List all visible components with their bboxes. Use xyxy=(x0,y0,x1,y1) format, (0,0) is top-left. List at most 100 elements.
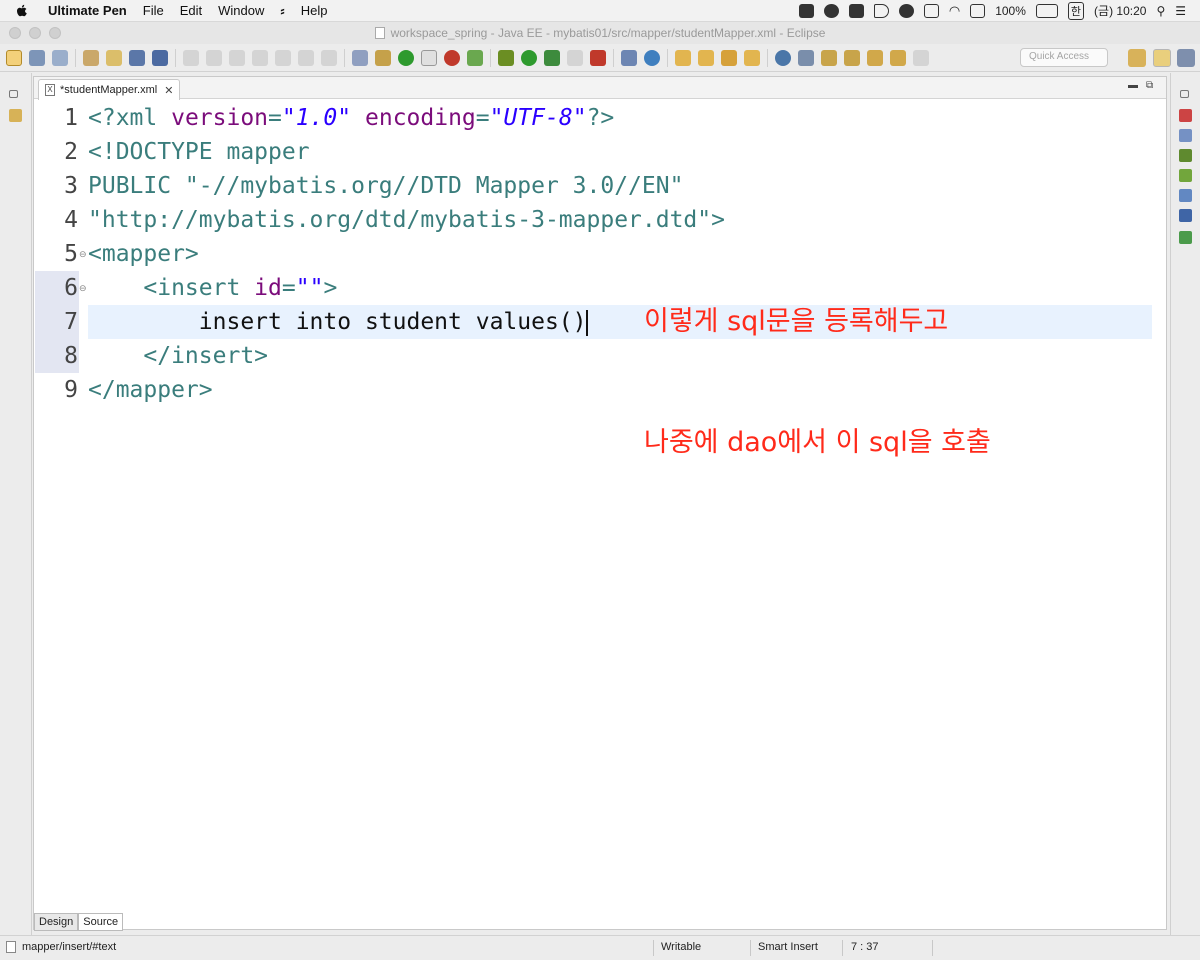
step-return-icon[interactable] xyxy=(321,49,337,66)
zoom-window-button[interactable] xyxy=(49,27,61,39)
chat-icon[interactable] xyxy=(823,3,839,18)
code-line[interactable]: <mapper> xyxy=(34,237,1166,271)
tab-design[interactable]: Design xyxy=(34,913,79,931)
d-app-icon[interactable] xyxy=(873,3,889,18)
outline-icon[interactable] xyxy=(1179,129,1192,142)
build-icon[interactable] xyxy=(83,49,99,66)
code-area[interactable]: 1 <?xml version="1.0" encoding="UTF-8"?> 2… xyxy=(34,101,1166,911)
external-tools-icon[interactable] xyxy=(567,49,583,66)
disconnect-icon[interactable] xyxy=(252,49,268,66)
previous-annotation-icon[interactable] xyxy=(844,49,860,66)
back-icon[interactable] xyxy=(890,49,906,66)
debug-icon[interactable] xyxy=(498,49,514,66)
window-icon[interactable] xyxy=(923,3,939,18)
status-bar: mapper/insert/#text Writable Smart Inser… xyxy=(0,935,1200,960)
spotlight-icon[interactable]: ⚲ xyxy=(1156,4,1165,18)
forward-icon[interactable] xyxy=(913,49,929,66)
apple-icon[interactable] xyxy=(14,3,30,19)
minimize-window-button[interactable] xyxy=(29,27,41,39)
pen-icon[interactable] xyxy=(721,49,737,66)
new-java-project-icon[interactable] xyxy=(621,49,637,66)
project-explorer-icon[interactable] xyxy=(9,109,22,122)
data-source-icon[interactable] xyxy=(1179,169,1192,182)
restore-icon[interactable] xyxy=(9,90,18,98)
run-icon[interactable] xyxy=(521,49,537,66)
close-window-button[interactable] xyxy=(9,27,21,39)
java-ee-perspective-icon[interactable] xyxy=(1153,49,1171,67)
maximize-icon[interactable]: ⧉ xyxy=(1146,80,1153,91)
toolbar-separator xyxy=(490,48,491,67)
menu-window[interactable]: Window xyxy=(210,3,272,18)
new-icon[interactable] xyxy=(6,49,22,66)
task-list-icon[interactable] xyxy=(1179,149,1192,162)
command-icon[interactable] xyxy=(848,3,864,18)
resume-icon[interactable] xyxy=(183,49,199,66)
code-line[interactable]: insert into student values() xyxy=(34,305,1166,339)
start-server-icon[interactable] xyxy=(398,49,414,66)
status-insert-mode[interactable]: Smart Insert xyxy=(758,941,818,953)
cloud-icon[interactable] xyxy=(898,3,914,18)
snippets-icon[interactable] xyxy=(1179,189,1192,202)
xml-file-icon: X xyxy=(45,84,55,96)
status-cursor-position[interactable]: 7 : 37 xyxy=(851,941,879,953)
status-separator xyxy=(653,940,654,956)
servers-view-icon[interactable] xyxy=(1179,231,1192,244)
battery-icon[interactable] xyxy=(1035,3,1058,18)
code-line[interactable]: PUBLIC "-//mybatis.org//DTD Mapper 3.0//… xyxy=(34,169,1166,203)
code-line[interactable]: <!DOCTYPE mapper xyxy=(34,135,1166,169)
next-annotation-icon[interactable] xyxy=(821,49,837,66)
code-line[interactable]: </mapper> xyxy=(34,373,1166,407)
console-view-icon[interactable] xyxy=(1179,209,1192,222)
save-all-icon[interactable] xyxy=(52,49,68,66)
code-line[interactable]: <insert id=""> xyxy=(34,271,1166,305)
status-app-icon[interactable] xyxy=(798,3,814,18)
notification-center-icon[interactable]: ☰ xyxy=(1175,4,1186,18)
tab-student-mapper[interactable]: X *studentMapper.xml ✕ xyxy=(38,79,181,100)
open-task-icon[interactable] xyxy=(744,49,760,66)
quick-access-input[interactable]: Quick Access xyxy=(1020,48,1108,67)
step-over-icon[interactable] xyxy=(298,49,314,66)
wifi-icon[interactable]: ◠ xyxy=(949,3,960,19)
save-icon[interactable] xyxy=(29,49,45,66)
code-line[interactable]: </insert> xyxy=(34,339,1166,373)
status-writable: Writable xyxy=(661,941,702,953)
globe-icon[interactable] xyxy=(775,49,791,66)
open-project-icon[interactable] xyxy=(698,49,714,66)
code-token: ?> xyxy=(586,105,615,131)
git-perspective-icon[interactable] xyxy=(1177,49,1195,67)
clock[interactable]: (금) 10:20 xyxy=(1094,2,1146,19)
app-extra-icon[interactable]: ⸗ xyxy=(272,3,292,18)
menu-app-name[interactable]: Ultimate Pen xyxy=(40,3,135,18)
status-separator xyxy=(750,940,751,956)
step-into-icon[interactable] xyxy=(275,49,291,66)
markers-icon[interactable] xyxy=(1179,109,1192,122)
menu-help[interactable]: Help xyxy=(293,3,336,18)
input-source-indicator[interactable]: 한 xyxy=(1067,1,1085,20)
code-line[interactable]: <?xml version="1.0" encoding="UTF-8"?> xyxy=(34,101,1166,135)
console-icon[interactable] xyxy=(129,49,145,66)
search-icon[interactable] xyxy=(798,49,814,66)
last-edit-icon[interactable] xyxy=(867,49,883,66)
menu-file[interactable]: File xyxy=(135,3,172,18)
menu-edit[interactable]: Edit xyxy=(172,3,210,18)
open-folder-icon[interactable] xyxy=(675,49,691,66)
minimize-icon[interactable]: ▬ xyxy=(1128,80,1138,91)
suspend-icon[interactable] xyxy=(206,49,222,66)
code-line[interactable]: "http://mybatis.org/dtd/mybatis-3-mapper… xyxy=(34,203,1166,237)
terminate-icon[interactable] xyxy=(229,49,245,66)
open-perspective-icon[interactable] xyxy=(1128,49,1146,67)
tab-source[interactable]: Source xyxy=(78,913,124,931)
spring-icon[interactable] xyxy=(467,49,483,66)
clean-icon[interactable] xyxy=(106,49,122,66)
coverage-icon[interactable] xyxy=(544,49,560,66)
profile-icon[interactable] xyxy=(590,49,606,66)
restore-icon[interactable] xyxy=(1180,90,1189,98)
airplay-icon[interactable] xyxy=(970,3,986,18)
new-class-icon[interactable] xyxy=(644,49,660,66)
skip-breakpoints-icon[interactable] xyxy=(152,49,168,66)
toggle-mark-occurrences-icon[interactable] xyxy=(421,49,437,66)
servers-icon[interactable] xyxy=(375,49,391,66)
web-browser-icon[interactable] xyxy=(444,49,460,66)
open-type-icon[interactable] xyxy=(352,49,368,66)
close-icon[interactable]: ✕ xyxy=(164,84,173,97)
